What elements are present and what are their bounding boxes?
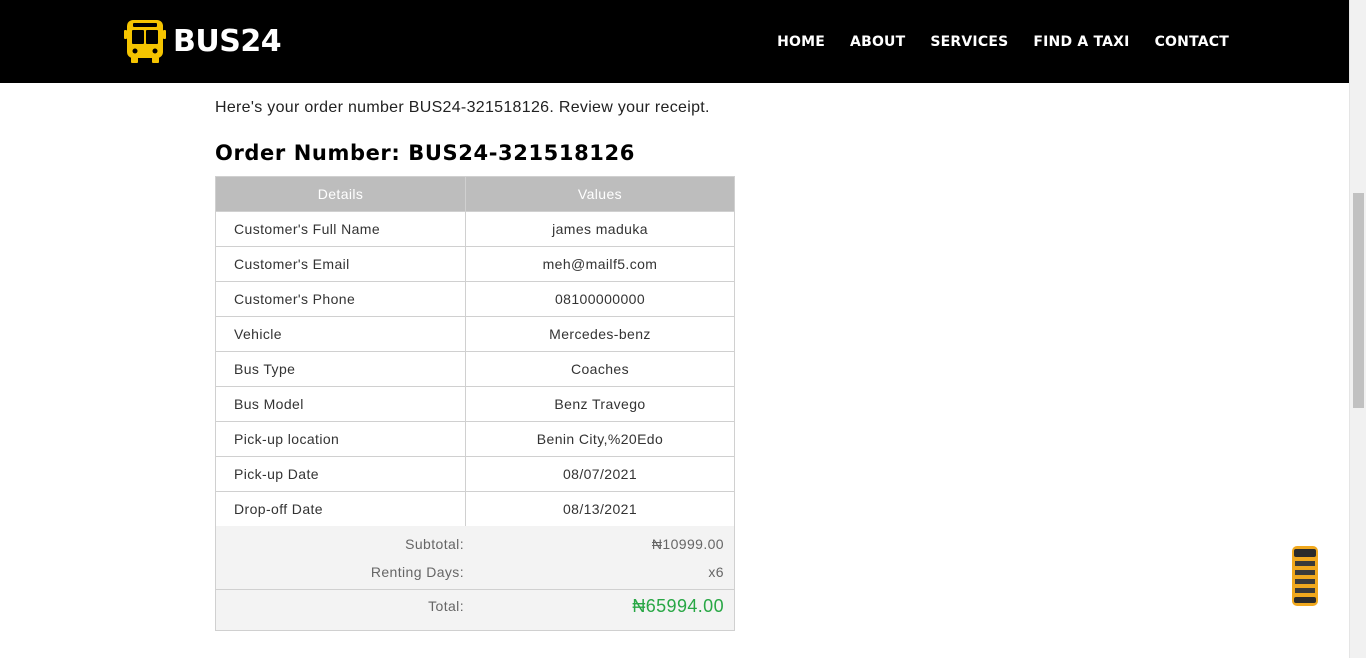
row-value: Mercedes-benz [465, 316, 735, 352]
table-row: Customer's Email meh@mailf5.com [215, 246, 735, 282]
table-header-row: Details Values [215, 176, 735, 212]
nav-services[interactable]: SERVICES [930, 34, 1008, 50]
row-label: Bus Model [215, 386, 466, 422]
brand-logo[interactable]: BUS24 [124, 18, 282, 64]
row-label: Drop-off Date [215, 491, 466, 527]
subtotal-label: Subtotal: [405, 536, 464, 552]
intro-text: Here's your order number BUS24-321518126… [215, 99, 710, 116]
row-label: Pick-up Date [215, 456, 466, 492]
row-value: Coaches [465, 351, 735, 387]
bus-top-view-icon[interactable] [1290, 545, 1320, 607]
brand-name: BUS24 [173, 23, 282, 59]
renting-days-label: Renting Days: [370, 564, 464, 580]
scrollbar-thumb[interactable] [1353, 193, 1364, 408]
order-number-heading: Order Number: BUS24-321518126 [215, 141, 635, 165]
total-label: Total: [428, 598, 464, 614]
nav-find-a-taxi[interactable]: FIND A TAXI [1033, 34, 1129, 50]
header-values: Values [465, 176, 735, 212]
page: BUS24 HOME ABOUT SERVICES FIND A TAXI CO… [0, 0, 1366, 658]
nav-about[interactable]: ABOUT [850, 34, 905, 50]
table-row: Customer's Full Name james maduka [215, 211, 735, 247]
page-scrollbar[interactable] [1349, 0, 1366, 658]
summary-divider [216, 589, 734, 590]
row-value: 08/13/2021 [465, 491, 735, 527]
table-row: Pick-up Date 08/07/2021 [215, 456, 735, 492]
table-row: Bus Type Coaches [215, 351, 735, 387]
header-details: Details [215, 176, 466, 212]
row-label: Customer's Full Name [215, 211, 466, 247]
table-row: Drop-off Date 08/13/2021 [215, 491, 735, 527]
site-header: BUS24 HOME ABOUT SERVICES FIND A TAXI CO… [0, 0, 1349, 83]
renting-days-value: x6 [708, 564, 724, 580]
nav-contact[interactable]: CONTACT [1155, 34, 1229, 50]
table-row: Bus Model Benz Travego [215, 386, 735, 422]
total-value: ₦65994.00 [632, 596, 724, 616]
order-summary: Subtotal: ₦10999.00 Renting Days: x6 Tot… [215, 526, 735, 631]
row-label: Pick-up location [215, 421, 466, 457]
table-row: Vehicle Mercedes-benz [215, 316, 735, 352]
bus-icon [124, 20, 166, 63]
receipt-table: Details Values Customer's Full Name james… [215, 176, 735, 527]
nav-home[interactable]: HOME [777, 34, 825, 50]
row-value: 08/07/2021 [465, 456, 735, 492]
row-value: meh@mailf5.com [465, 246, 735, 282]
subtotal-value: ₦10999.00 [651, 536, 724, 552]
table-row: Customer's Phone 08100000000 [215, 281, 735, 317]
row-label: Customer's Email [215, 246, 466, 282]
row-value: 08100000000 [465, 281, 735, 317]
row-value: james maduka [465, 211, 735, 247]
row-label: Customer's Phone [215, 281, 466, 317]
row-label: Bus Type [215, 351, 466, 387]
row-value: Benz Travego [465, 386, 735, 422]
row-value: Benin City,%20Edo [465, 421, 735, 457]
row-label: Vehicle [215, 316, 466, 352]
table-row: Pick-up location Benin City,%20Edo [215, 421, 735, 457]
main-nav: HOME ABOUT SERVICES FIND A TAXI CONTACT [752, 0, 1229, 83]
